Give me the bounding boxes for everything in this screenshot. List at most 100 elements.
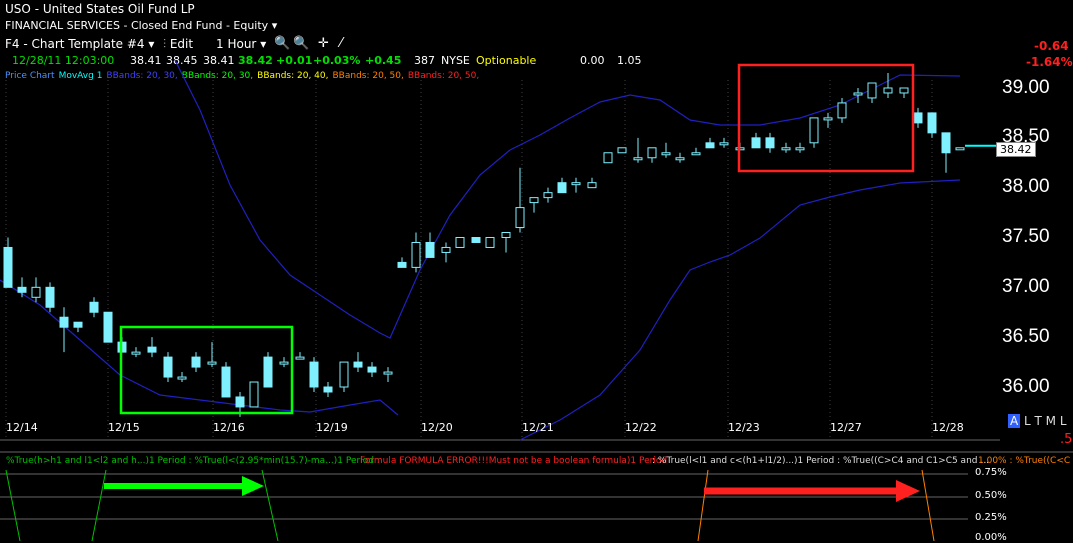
candle-body (295, 356, 305, 360)
auto-scale-button[interactable]: A (1008, 414, 1021, 428)
candle-body (339, 361, 349, 388)
lower-indicator-3: 1.00% : %True((C<C (978, 456, 1071, 466)
candle-body (571, 182, 581, 186)
candle-body (177, 376, 187, 380)
red-arrow-head (896, 480, 920, 502)
scale-options: L T M L (1024, 414, 1067, 428)
lower-indicator-2: : %True(l<l1 and c<(h1+l1/2)...)1 Period… (652, 456, 989, 466)
price-tick-label: 39.00 (1002, 77, 1050, 98)
price-tick-label: 38.00 (1002, 176, 1050, 197)
candle-body (795, 147, 805, 151)
candle-body (899, 87, 909, 94)
candle-body (59, 316, 69, 328)
signal-line (91, 469, 107, 541)
percent-tick-label: 0.50% (975, 490, 1007, 501)
candle-body (383, 371, 393, 375)
date-tick-label: 12/15 (108, 421, 140, 434)
candle-body (837, 102, 847, 119)
date-tick-label: 12/20 (421, 421, 453, 434)
candle-body (309, 361, 319, 388)
candle-body (617, 147, 627, 154)
candle-body (249, 381, 259, 408)
candle-body (587, 182, 597, 189)
candle-body (853, 92, 863, 96)
candle-body (397, 261, 407, 268)
candle-body (913, 112, 923, 124)
bband-lower (0, 279, 399, 416)
signal-line (697, 469, 709, 541)
date-tick-label: 12/21 (522, 421, 554, 434)
candle-body (675, 157, 685, 161)
candle-body (263, 356, 273, 388)
candle-body (323, 386, 333, 393)
candle-body (455, 236, 465, 248)
signal-line (921, 469, 935, 541)
candle-body (955, 147, 965, 151)
date-tick-label: 12/22 (625, 421, 657, 434)
candle-body (279, 361, 289, 365)
percent-tick-label: 0.25% (975, 512, 1007, 523)
candle-body (17, 286, 27, 293)
candle-body (441, 246, 451, 253)
candle-body (927, 112, 937, 134)
candle-body (647, 147, 657, 159)
candle-body (781, 147, 791, 151)
date-tick-label: 12/19 (316, 421, 348, 434)
candle-body (367, 366, 377, 373)
green-arrow-head (242, 476, 264, 496)
candle-body (867, 82, 877, 99)
candle-body (235, 396, 245, 408)
candle-body (131, 351, 141, 355)
candle-body (705, 142, 715, 149)
price-tick-label: 36.00 (1002, 376, 1050, 397)
candle-body (661, 152, 671, 156)
date-tick-label: 12/16 (213, 421, 245, 434)
candle-body (603, 152, 613, 164)
right-edge-value: .5 (1060, 432, 1073, 447)
candle-body (207, 361, 217, 365)
candle-body (89, 301, 99, 313)
candle-body (147, 346, 157, 353)
candle-body (883, 87, 893, 94)
percent-tick-label: 0.75% (975, 467, 1007, 478)
signal-line (261, 469, 279, 541)
candle-body (191, 356, 201, 368)
last-price-tag: 38.42 (996, 142, 1036, 157)
lower-indicator-1: %True(h>h1 and l1<l2 and h...)1 Period :… (6, 456, 380, 466)
candle-body (557, 182, 567, 194)
candle-body (719, 142, 729, 146)
candle-body (31, 286, 41, 298)
price-tick-label: 37.50 (1002, 226, 1050, 247)
date-tick-label: 12/27 (830, 421, 862, 434)
date-tick-label: 12/23 (728, 421, 760, 434)
lower-indicator-error: Formula FORMULA ERROR!!!Must not be a bo… (360, 456, 668, 466)
candle-body (691, 152, 701, 156)
candle-body (485, 236, 495, 248)
price-tick-label: 36.50 (1002, 326, 1050, 347)
candle-body (633, 157, 643, 161)
candle-body (543, 192, 553, 199)
candle-body (3, 246, 13, 288)
candle-body (411, 241, 421, 268)
candle-body (501, 232, 511, 238)
date-tick-label: 12/14 (6, 421, 38, 434)
candle-body (751, 137, 761, 149)
candle-body (103, 311, 113, 343)
candle-body (425, 241, 435, 258)
candle-body (353, 361, 363, 368)
candle-body (471, 236, 481, 243)
candle-body (73, 321, 83, 328)
price-tick-label: 37.00 (1002, 276, 1050, 297)
signal-line (5, 469, 21, 541)
candle-body (529, 197, 539, 204)
date-tick-label: 12/28 (932, 421, 964, 434)
candle-body (515, 207, 525, 229)
percent-tick-label: 0.00% (975, 532, 1007, 543)
candle-body (823, 117, 833, 121)
candle-body (765, 137, 775, 149)
candle-body (809, 117, 819, 144)
candle-body (163, 356, 173, 378)
candle-body (221, 366, 231, 398)
candle-body (45, 286, 55, 308)
candle-body (941, 132, 951, 154)
